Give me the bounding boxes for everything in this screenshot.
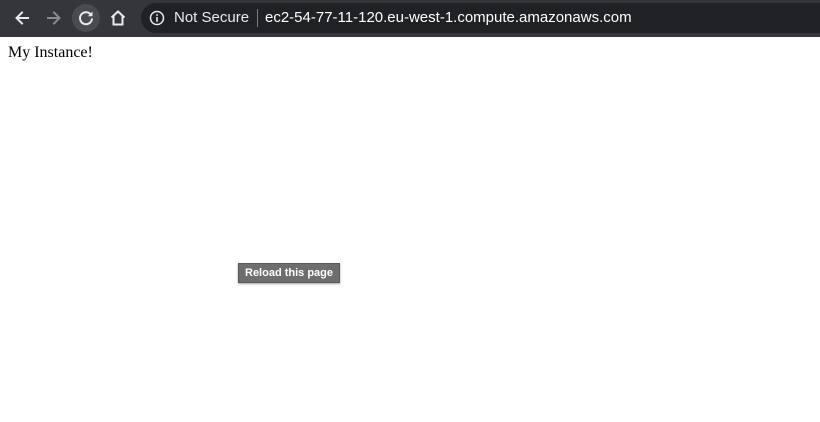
info-circle-icon[interactable] (149, 10, 165, 26)
reload-button[interactable] (72, 4, 100, 32)
back-button[interactable] (8, 4, 36, 32)
arrow-left-icon (15, 11, 29, 25)
reload-tooltip: Reload this page (238, 263, 341, 283)
forward-button[interactable] (40, 4, 68, 32)
url-text[interactable]: ec2-54-77-11-120.eu-west-1.compute.amazo… (265, 10, 632, 26)
reload-icon (79, 11, 93, 26)
home-button[interactable] (104, 4, 132, 32)
security-status-label[interactable]: Not Secure (174, 10, 249, 26)
arrow-right-icon (47, 11, 61, 25)
omnibox-divider (257, 9, 258, 27)
browser-toolbar: Not Secure ec2-54-77-11-120.eu-west-1.co… (0, 0, 820, 37)
page-content: My Instance! Reload this page (0, 37, 820, 422)
home-icon (110, 10, 126, 26)
address-bar[interactable]: Not Secure ec2-54-77-11-120.eu-west-1.co… (141, 3, 820, 33)
page-body-text: My Instance! (8, 44, 93, 61)
